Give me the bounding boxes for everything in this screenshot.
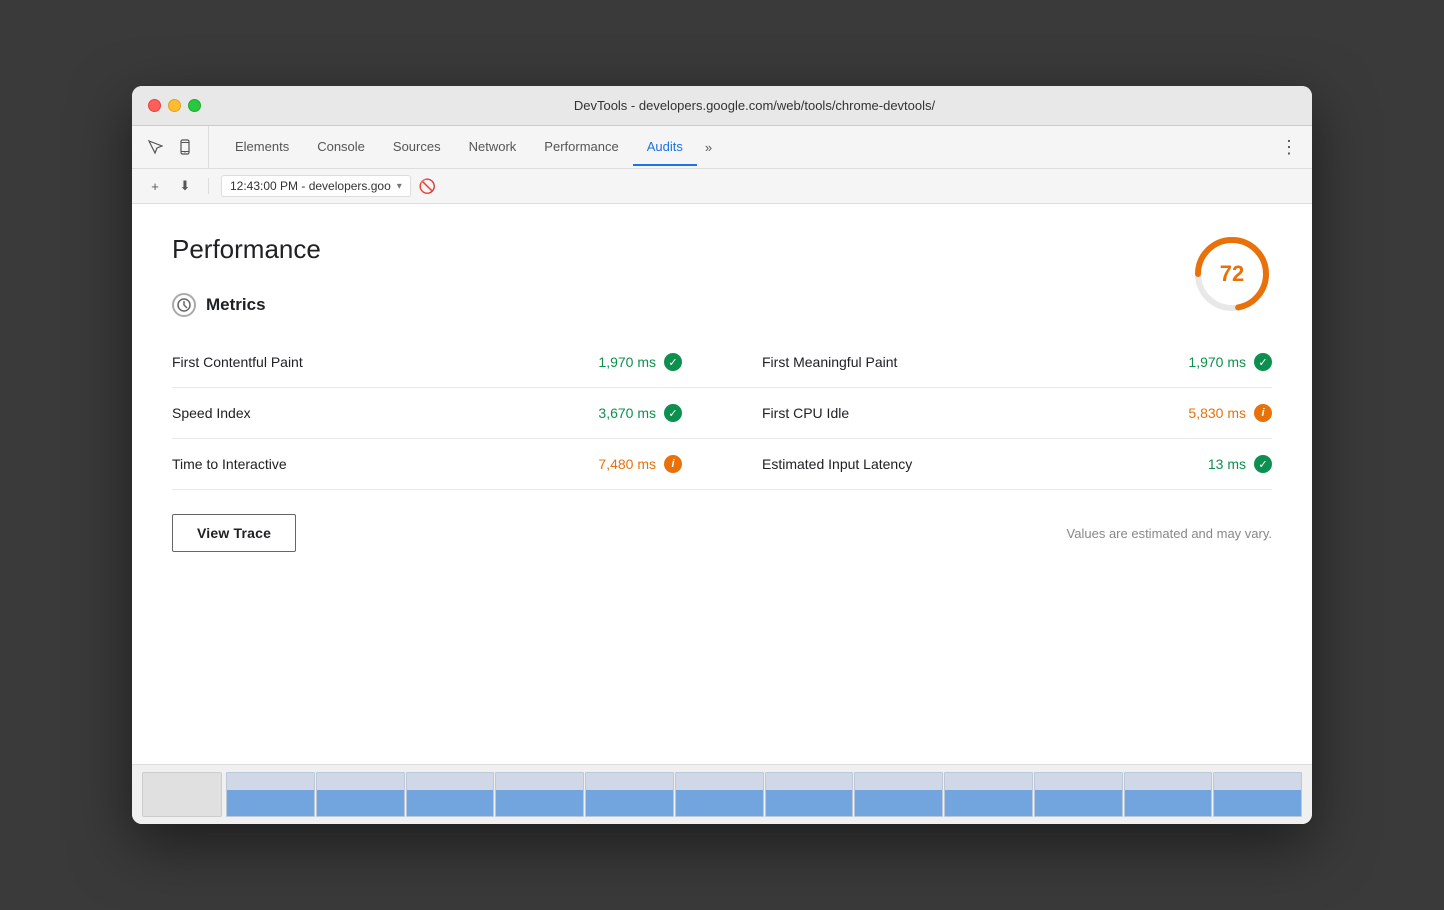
- metric-label: Time to Interactive: [172, 456, 287, 472]
- metric-label: Speed Index: [172, 405, 251, 421]
- title-bar: DevTools - developers.google.com/web/too…: [132, 86, 1312, 126]
- filmstrip-frame[interactable]: [765, 772, 854, 817]
- metric-value: 13 ms: [1208, 456, 1246, 472]
- metrics-grid: First Contentful Paint 1,970 ms ✓ First …: [172, 337, 1272, 490]
- tab-bar: Elements Console Sources Network Perform…: [132, 126, 1312, 169]
- main-content: Performance 72 Metrics: [132, 204, 1312, 764]
- metric-value-wrapper: 1,970 ms ✓: [598, 353, 682, 371]
- add-audit-button[interactable]: +: [144, 175, 166, 197]
- filmstrip-frames: [226, 772, 1302, 817]
- audit-selector[interactable]: 12:43:00 PM - developers.goo ▾: [221, 175, 411, 197]
- metric-label: First CPU Idle: [762, 405, 849, 421]
- metrics-footer: View Trace Values are estimated and may …: [172, 514, 1272, 552]
- metric-speed-index: Speed Index 3,670 ms ✓: [172, 388, 722, 439]
- filmstrip-frame[interactable]: [1124, 772, 1213, 817]
- score-value: 72: [1220, 261, 1244, 287]
- tab-elements[interactable]: Elements: [221, 129, 303, 166]
- maximize-button[interactable]: [188, 99, 201, 112]
- metric-value-wrapper: 13 ms ✓: [1208, 455, 1272, 473]
- metric-value-wrapper: 3,670 ms ✓: [598, 404, 682, 422]
- filmstrip-frame[interactable]: [495, 772, 584, 817]
- toolbar-right: ⋮: [1278, 136, 1300, 158]
- metric-value-wrapper: 1,970 ms ✓: [1188, 353, 1272, 371]
- filmstrip-frame[interactable]: [585, 772, 674, 817]
- filmstrip-frame[interactable]: [944, 772, 1033, 817]
- tab-performance[interactable]: Performance: [530, 129, 632, 166]
- download-button[interactable]: ⬇: [174, 175, 196, 197]
- metrics-header: Metrics: [172, 293, 1272, 317]
- metric-value: 7,480 ms: [598, 456, 656, 472]
- filmstrip-frame[interactable]: [1213, 772, 1302, 817]
- metric-value-wrapper: 7,480 ms i: [598, 455, 682, 473]
- filmstrip-frame[interactable]: [316, 772, 405, 817]
- metric-status-icon: ✓: [1254, 455, 1272, 473]
- minimize-button[interactable]: [168, 99, 181, 112]
- filmstrip-frame[interactable]: [226, 772, 315, 817]
- metric-status-icon: i: [1254, 404, 1272, 422]
- score-circle-container: 72: [1192, 234, 1272, 314]
- toolbar-divider: [208, 178, 209, 194]
- more-menu-button[interactable]: ⋮: [1278, 136, 1300, 158]
- metric-value: 3,670 ms: [598, 405, 656, 421]
- metric-status-icon: i: [664, 455, 682, 473]
- metric-status-icon: ✓: [1254, 353, 1272, 371]
- toolbar-icons: [144, 126, 209, 168]
- window-title: DevTools - developers.google.com/web/too…: [213, 98, 1296, 113]
- metric-value-wrapper: 5,830 ms i: [1188, 404, 1272, 422]
- metric-time-to-interactive: Time to Interactive 7,480 ms i: [172, 439, 722, 490]
- metric-label: Estimated Input Latency: [762, 456, 912, 472]
- metrics-title: Metrics: [206, 295, 266, 315]
- cursor-icon[interactable]: [144, 136, 166, 158]
- metrics-icon: [172, 293, 196, 317]
- performance-title: Performance: [172, 234, 1272, 265]
- metric-value: 1,970 ms: [598, 354, 656, 370]
- tab-network[interactable]: Network: [455, 129, 531, 166]
- secondary-toolbar: + ⬇ 12:43:00 PM - developers.goo ▾ 🚫: [132, 169, 1312, 204]
- filmstrip-frame[interactable]: [854, 772, 943, 817]
- disclaimer-text: Values are estimated and may vary.: [1067, 526, 1272, 541]
- tabs: Elements Console Sources Network Perform…: [221, 129, 1278, 166]
- metric-value: 1,970 ms: [1188, 354, 1246, 370]
- view-trace-button[interactable]: View Trace: [172, 514, 296, 552]
- bottom-strip: [132, 764, 1312, 824]
- metric-estimated-input-latency: Estimated Input Latency 13 ms ✓: [722, 439, 1272, 490]
- dropdown-arrow-icon: ▾: [397, 181, 402, 192]
- metric-first-contentful-paint: First Contentful Paint 1,970 ms ✓: [172, 337, 722, 388]
- metric-label: First Meaningful Paint: [762, 354, 897, 370]
- no-entry-icon[interactable]: 🚫: [419, 178, 436, 195]
- close-button[interactable]: [148, 99, 161, 112]
- metric-label: First Contentful Paint: [172, 354, 303, 370]
- metric-first-cpu-idle: First CPU Idle 5,830 ms i: [722, 388, 1272, 439]
- metric-status-icon: ✓: [664, 353, 682, 371]
- strip-thumbnail[interactable]: [142, 772, 222, 817]
- more-tabs-button[interactable]: »: [697, 129, 720, 166]
- filmstrip-frame[interactable]: [675, 772, 764, 817]
- traffic-lights: [148, 99, 201, 112]
- metric-value: 5,830 ms: [1188, 405, 1246, 421]
- metric-status-icon: ✓: [664, 404, 682, 422]
- score-circle: 72: [1192, 234, 1272, 314]
- tab-sources[interactable]: Sources: [379, 129, 455, 166]
- filmstrip-frame[interactable]: [1034, 772, 1123, 817]
- mobile-icon[interactable]: [174, 136, 196, 158]
- filmstrip-frame[interactable]: [406, 772, 495, 817]
- devtools-window: DevTools - developers.google.com/web/too…: [132, 86, 1312, 824]
- tab-audits[interactable]: Audits: [633, 129, 697, 166]
- tab-console[interactable]: Console: [303, 129, 379, 166]
- audit-timestamp: 12:43:00 PM - developers.goo: [230, 179, 391, 193]
- strip-frames: [142, 772, 1302, 817]
- metric-first-meaningful-paint: First Meaningful Paint 1,970 ms ✓: [722, 337, 1272, 388]
